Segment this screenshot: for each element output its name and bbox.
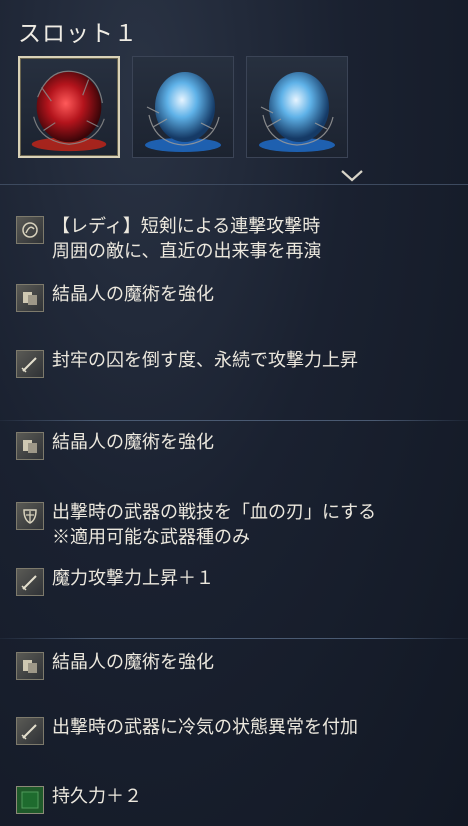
effect-item: 結晶人の魔術を強化 [16, 282, 214, 312]
relic-row [18, 56, 348, 158]
relic-slot-3[interactable] [246, 56, 348, 158]
blue-relic-icon [145, 72, 221, 152]
effect-line: 周囲の敵に、直近の出来事を再演 [52, 241, 322, 262]
effect-item: 【レディ】短剣による連撃攻撃時 周囲の敵に、直近の出来事を再演 [16, 214, 321, 264]
sword-icon [16, 717, 44, 745]
sorcery-icon [16, 284, 44, 312]
effect-item: 出撃時の武器の戦技を「血の刃」にする ※適用可能な武器種のみ [16, 500, 376, 550]
effect-item: 結晶人の魔術を強化 [16, 430, 214, 460]
effect-line: 出撃時の武器の戦技を「血の刃」にする [52, 502, 377, 523]
effect-item: 魔力攻撃力上昇＋１ [16, 566, 214, 596]
effect-line: 持久力＋２ [52, 786, 142, 807]
relic-slot-2[interactable] [132, 56, 234, 158]
effect-line: 【レディ】短剣による連撃攻撃時 [52, 216, 321, 237]
relic-slot-1[interactable] [18, 56, 120, 158]
sword-icon [16, 350, 44, 378]
effect-line: 封牢の囚を倒す度、永続で攻撃力上昇 [52, 350, 358, 371]
blue-relic-icon [259, 72, 335, 152]
character-emblem-icon [16, 216, 44, 244]
effect-line: 結晶人の魔術を強化 [52, 652, 214, 673]
chevron-down-icon[interactable] [339, 168, 365, 184]
section-divider [0, 420, 468, 421]
effect-line: 結晶人の魔術を強化 [52, 284, 214, 305]
sorcery-icon [16, 652, 44, 680]
red-relic-icon [31, 70, 107, 152]
effect-item: 出撃時の武器に冷気の状態異常を付加 [16, 715, 358, 745]
effect-item: 持久力＋２ [16, 784, 142, 814]
effect-line: 出撃時の武器に冷気の状態異常を付加 [52, 717, 358, 738]
section-divider [0, 638, 468, 639]
slot-title: スロット１ [18, 21, 138, 47]
stamina-icon [16, 786, 44, 814]
effect-line: ※適用可能な武器種のみ [52, 527, 250, 548]
sword-icon [16, 568, 44, 596]
sorcery-icon [16, 432, 44, 460]
effect-line: 魔力攻撃力上昇＋１ [52, 568, 214, 589]
divider [0, 184, 468, 185]
weapon-skill-icon [16, 502, 44, 530]
effect-item: 封牢の囚を倒す度、永続で攻撃力上昇 [16, 348, 358, 378]
effect-line: 結晶人の魔術を強化 [52, 432, 214, 453]
effect-item: 結晶人の魔術を強化 [16, 650, 214, 680]
